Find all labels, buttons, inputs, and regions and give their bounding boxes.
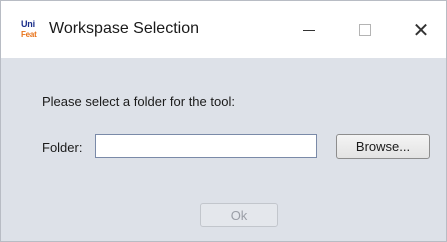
- window-title: Workspase Selection: [49, 20, 199, 37]
- folder-path-input[interactable]: [95, 134, 317, 158]
- logo-bottom-text: Feat: [21, 30, 37, 39]
- close-icon: ✕: [412, 17, 430, 42]
- maximize-icon: [359, 23, 371, 36]
- folder-label: Folder:: [42, 140, 83, 155]
- dialog-window: Uni Feat Workspase Selection ✕ Please se…: [0, 0, 447, 242]
- minimize-icon: [303, 30, 315, 31]
- minimize-button[interactable]: [281, 1, 337, 58]
- title-bar[interactable]: Uni Feat Workspase Selection ✕: [1, 1, 446, 58]
- close-button[interactable]: ✕: [393, 1, 447, 58]
- logo-top-text: Uni: [21, 19, 35, 29]
- ok-button[interactable]: Ok: [200, 203, 278, 227]
- maximize-button[interactable]: [337, 1, 393, 58]
- folder-prompt: Please select a folder for the tool:: [42, 94, 235, 109]
- unifeat-logo-icon: Uni Feat: [21, 20, 43, 40]
- browse-button[interactable]: Browse...: [336, 134, 430, 159]
